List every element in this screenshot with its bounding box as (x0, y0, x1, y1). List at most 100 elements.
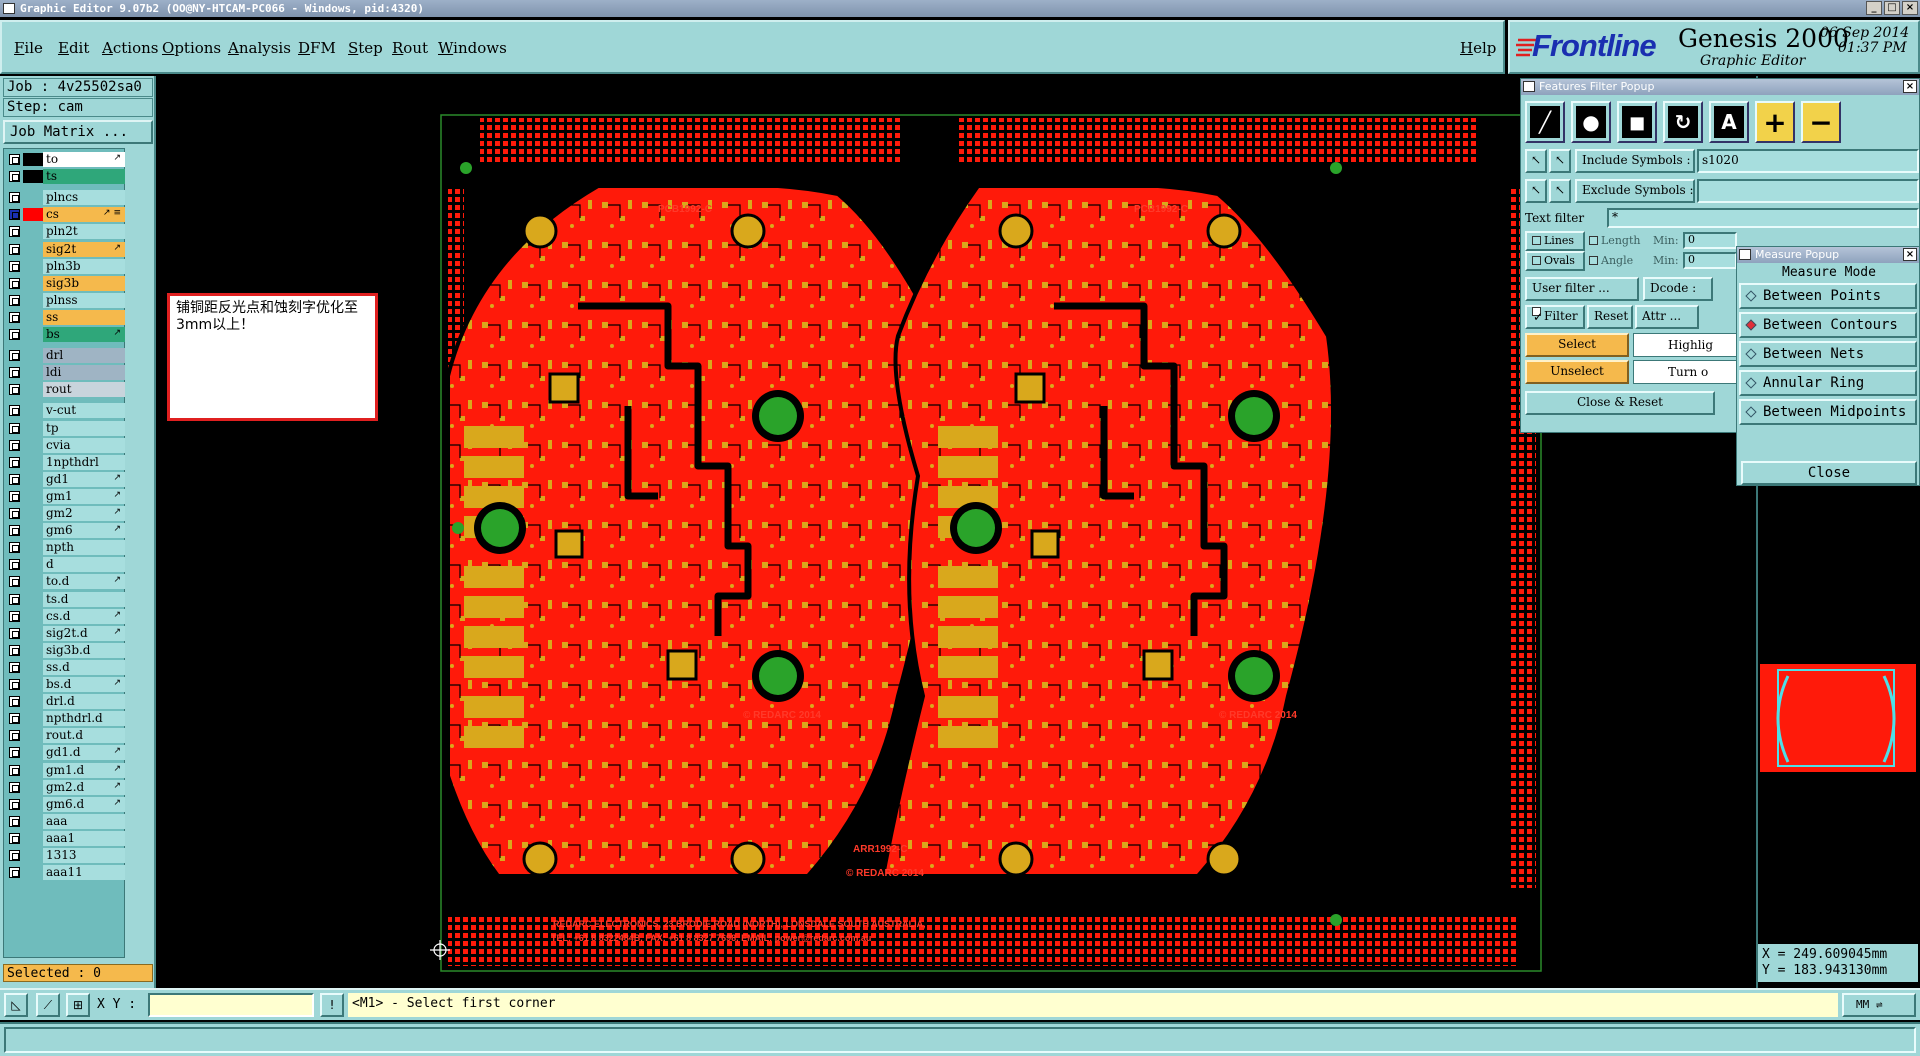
line-filter-button[interactable]: ╱ (1525, 101, 1565, 143)
layer-row-gm2.d[interactable]: gm2.d ↗ (6, 779, 125, 795)
layer-checkbox[interactable] (9, 815, 20, 827)
measure-between-midpoints[interactable]: Between Midpoints (1739, 399, 1917, 425)
layer-row-to.d[interactable]: to.d ↗ (6, 574, 125, 590)
menu-windows[interactable]: Windows (438, 39, 507, 57)
layer-checkbox[interactable] (9, 329, 20, 340)
menu-step[interactable]: Step (348, 39, 383, 57)
layer-row-1313[interactable]: 1313 (6, 848, 125, 863)
layer-row-ss.d[interactable]: ss.d (6, 659, 125, 675)
layer-row-sig3b[interactable]: sig3b (6, 275, 125, 291)
layer-row-sig2t[interactable]: sig2t ↗ (6, 241, 125, 257)
layer-row-aaa[interactable]: aaa (6, 813, 125, 829)
layer-row-cs.d[interactable]: cs.d ↗ (6, 608, 125, 624)
layer-checkbox[interactable] (9, 171, 20, 183)
graphic-canvas[interactable]: PCB1992-C PCB1992-C © REDARC 2014 © REDA… (158, 76, 1754, 984)
layer-row-ss[interactable]: ss (6, 309, 125, 325)
layer-checkbox[interactable] (9, 422, 20, 434)
layer-checkbox[interactable] (9, 260, 20, 272)
layer-row-1npthdrl[interactable]: 1npthdrl (6, 454, 125, 470)
minimize-button[interactable]: _ (1866, 1, 1882, 15)
layer-row-drl[interactable]: drl (6, 348, 125, 364)
layer-row-aaa1[interactable]: aaa1 (6, 830, 125, 846)
layer-checkbox[interactable] (9, 294, 20, 306)
layer-checkbox[interactable] (9, 593, 20, 605)
xy-input[interactable] (148, 993, 314, 1017)
layer-row-cvia[interactable]: cvia (6, 437, 125, 453)
highlight-field[interactable]: Highlig (1633, 333, 1753, 357)
layer-row-cs[interactable]: cs ↗ ≡ (6, 207, 125, 223)
ovals-toggle[interactable]: Ovals (1525, 251, 1585, 271)
layer-checkbox[interactable] (9, 508, 20, 519)
layer-checkbox[interactable] (9, 277, 20, 289)
layer-row-aaa11[interactable]: aaa11 (6, 865, 125, 881)
menu-dfm[interactable]: DFM (298, 39, 336, 57)
layer-row-gd1.d[interactable]: gd1.d ↗ (6, 745, 125, 761)
menu-rout[interactable]: Rout (392, 39, 428, 57)
snap-icon[interactable]: ⟋ (36, 993, 60, 1017)
layer-checkbox[interactable] (9, 679, 20, 690)
layer-row-gm2[interactable]: gm2 ↗ (6, 506, 125, 521)
layer-row-gm1.d[interactable]: gm1.d ↗ (6, 762, 125, 778)
exclude-list-button[interactable]: ↖ (1549, 179, 1571, 203)
menu-actions[interactable]: Actions (102, 39, 158, 57)
layer-checkbox[interactable] (9, 610, 20, 622)
close-icon[interactable]: × (1903, 248, 1917, 261)
layer-checkbox[interactable] (9, 832, 20, 844)
measure-between-points[interactable]: Between Points (1739, 283, 1917, 309)
arc-filter-button[interactable]: ↻ (1663, 101, 1703, 143)
attr-button[interactable]: Attr ... (1635, 305, 1699, 329)
layer-checkbox[interactable] (9, 764, 20, 776)
menu-analysis[interactable]: Analysis (228, 39, 291, 57)
job-matrix-button[interactable]: Job Matrix ... (3, 120, 153, 144)
overview-minimap[interactable] (1758, 662, 1918, 774)
layer-checkbox[interactable] (9, 730, 20, 742)
layer-checkbox[interactable] (9, 661, 20, 673)
close-icon[interactable]: × (1903, 80, 1917, 93)
layer-row-pln2t[interactable]: pln2t (6, 224, 125, 240)
layer-row-npth[interactable]: npth (6, 540, 125, 556)
layer-checkbox[interactable] (9, 439, 20, 451)
layer-checkbox[interactable] (9, 576, 20, 588)
layer-row-ldi[interactable]: ldi (6, 365, 125, 381)
include-symbols-label[interactable]: Include Symbols : (1575, 149, 1695, 173)
layer-checkbox[interactable] (9, 713, 20, 725)
layer-row-gd1[interactable]: gd1 ↗ (6, 471, 125, 487)
layer-row-drl.d[interactable]: drl.d (6, 694, 125, 710)
grid-icon[interactable]: ⊞ (66, 993, 90, 1017)
layer-checkbox[interactable] (9, 209, 20, 221)
layer-checkbox[interactable] (9, 350, 20, 362)
exclude-symbols-input[interactable] (1697, 179, 1919, 203)
layer-row-bs[interactable]: bs ↗ (6, 327, 125, 342)
menu-file[interactable]: File (14, 39, 43, 57)
negative-polarity-button[interactable]: − (1801, 101, 1841, 143)
length-min-input[interactable]: 0 (1683, 232, 1737, 249)
layer-row-sig3b.d[interactable]: sig3b.d (6, 642, 125, 658)
layer-checkbox[interactable] (9, 473, 20, 485)
menu-options[interactable]: Options (162, 39, 221, 57)
layer-checkbox[interactable] (9, 367, 20, 379)
surface-filter-button[interactable]: ◼ (1617, 101, 1657, 143)
layer-row-gm6.d[interactable]: gm6.d ↗ (6, 796, 125, 812)
layer-row-plnss[interactable]: plnss (6, 292, 125, 308)
measure-annular-ring[interactable]: Annular Ring (1739, 370, 1917, 396)
layer-checkbox[interactable] (9, 798, 20, 810)
layer-checkbox[interactable] (9, 243, 20, 255)
menu-edit[interactable]: Edit (58, 39, 89, 57)
lines-toggle[interactable]: Lines (1525, 231, 1585, 251)
layer-checkbox[interactable] (9, 559, 20, 571)
layer-row-ts.d[interactable]: ts.d (6, 591, 125, 607)
layer-row-plncs[interactable]: plncs (6, 190, 125, 206)
measure-between-contours[interactable]: Between Contours (1739, 312, 1917, 338)
layer-checkbox[interactable] (9, 490, 20, 502)
exclude-arrow-button[interactable]: ↖ (1525, 179, 1547, 203)
pad-filter-button[interactable]: ● (1571, 101, 1611, 143)
layer-row-sig2t.d[interactable]: sig2t.d ↗ (6, 625, 125, 641)
layer-checkbox[interactable] (9, 542, 20, 554)
positive-polarity-button[interactable]: + (1755, 101, 1795, 143)
layer-checkbox[interactable] (9, 781, 20, 793)
layer-row-tp[interactable]: tp (6, 420, 125, 436)
layer-checkbox[interactable] (9, 405, 20, 417)
layer-checkbox[interactable] (9, 154, 20, 165)
turn-off-field[interactable]: Turn o (1633, 360, 1753, 384)
layer-checkbox[interactable] (9, 850, 20, 861)
